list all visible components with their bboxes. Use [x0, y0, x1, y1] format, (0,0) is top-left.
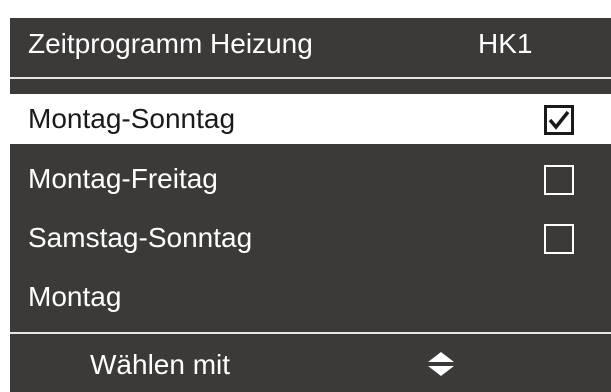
- option-label: Samstag-Sonntag: [28, 222, 253, 253]
- controller-panel: Zeitprogramm Heizung HK1 Montag-Sonntag …: [10, 18, 611, 392]
- screen-footer: Wählen mit: [10, 334, 611, 392]
- option-label: Montag: [28, 281, 122, 312]
- option-row-montag-sonntag[interactable]: Montag-Sonntag: [10, 94, 611, 144]
- up-down-arrow-icon: [428, 352, 454, 376]
- screen-header: Zeitprogramm Heizung HK1: [10, 18, 611, 75]
- top-edge-strip: [0, 0, 611, 18]
- option-label: Montag-Freitag: [28, 163, 218, 194]
- option-row-montag[interactable]: Montag: [10, 272, 611, 322]
- heating-circuit-label: HK1: [478, 28, 533, 59]
- option-row-samstag-sonntag[interactable]: Samstag-Sonntag: [10, 213, 611, 263]
- display-screen: Zeitprogramm Heizung HK1 Montag-Sonntag …: [0, 0, 611, 392]
- page-title: Zeitprogramm Heizung: [28, 28, 313, 59]
- checkbox-empty-icon[interactable]: [544, 165, 574, 195]
- checkbox-checked-icon[interactable]: [544, 105, 574, 135]
- option-row-montag-freitag[interactable]: Montag-Freitag: [10, 154, 611, 204]
- option-label: Montag-Sonntag: [28, 103, 236, 134]
- selection-hint: Wählen mit: [90, 349, 231, 380]
- checkbox-empty-icon[interactable]: [544, 224, 574, 254]
- header-divider: [10, 77, 611, 79]
